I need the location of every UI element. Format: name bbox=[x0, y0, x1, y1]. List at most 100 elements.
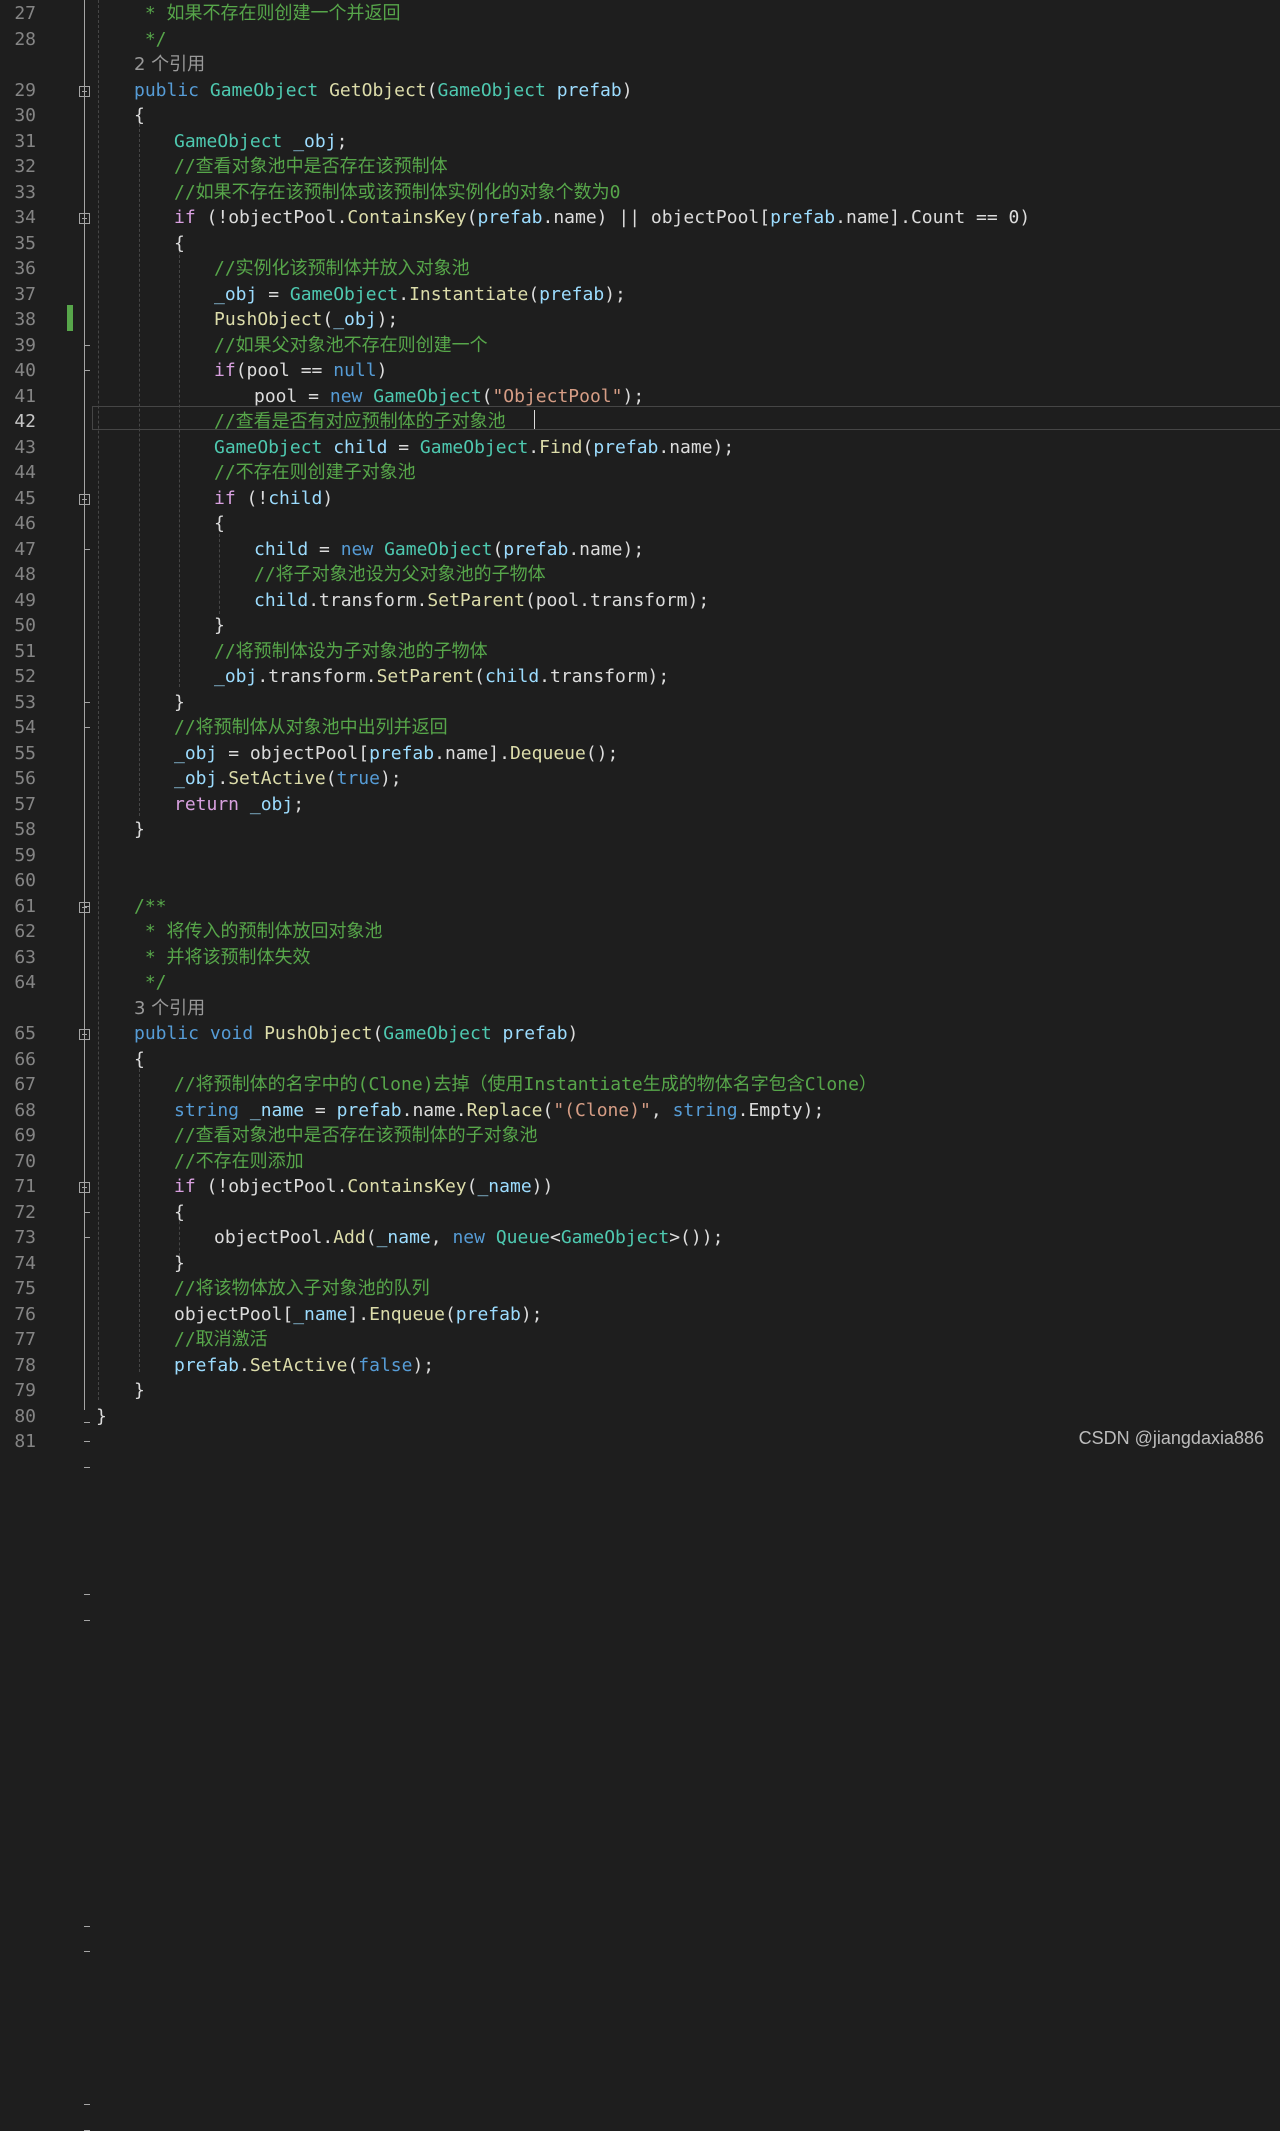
line-number: 33 bbox=[14, 181, 36, 203]
collapse-icon[interactable] bbox=[79, 1182, 90, 1193]
collapse-icon[interactable] bbox=[79, 493, 90, 505]
code-line[interactable]: 56 _obj.SetActive(true); bbox=[0, 766, 1280, 792]
code-text: { bbox=[174, 231, 185, 257]
code-token: //将预制体设为子对象池的子物体 bbox=[214, 640, 488, 662]
line-number: 45 bbox=[14, 487, 36, 509]
code-token: //将预制体的名字中的(Clone)去掉（使用Instantiate生成的物体名… bbox=[174, 1074, 877, 1095]
code-line[interactable]: 81 bbox=[0, 1429, 1280, 1455]
code-line[interactable]: 37 _obj = GameObject.Instantiate(prefab); bbox=[0, 282, 1280, 308]
code-line[interactable]: 52 _obj.transform.SetParent(child.transfo… bbox=[0, 664, 1280, 690]
code-token: .Empty); bbox=[737, 1099, 825, 1121]
collapse-icon[interactable] bbox=[79, 1029, 90, 1040]
line-number: 72 bbox=[14, 1201, 36, 1223]
code-line[interactable]: 39 //如果父对象池不存在则创建一个 bbox=[0, 333, 1280, 359]
code-line[interactable]: 60 bbox=[0, 868, 1280, 894]
code-line[interactable]: 76 objectPool[_name].Enqueue(prefab); bbox=[0, 1302, 1280, 1328]
code-line[interactable]: 50} bbox=[0, 613, 1280, 639]
code-token: objectPool. bbox=[214, 1227, 334, 1248]
code-line[interactable]: 41 pool = new GameObject("ObjectPool"); bbox=[0, 384, 1280, 410]
code-line[interactable]: 75 //将该物体放入子对象池的队列 bbox=[0, 1276, 1280, 1302]
reference-count-link[interactable]: 3 个引用 bbox=[134, 996, 205, 1022]
code-line[interactable]: 70 //不存在则添加 bbox=[0, 1149, 1280, 1175]
code-token: GameObject bbox=[560, 1227, 670, 1248]
code-line[interactable]: 61 /** bbox=[0, 894, 1280, 920]
code-token: .name. bbox=[401, 1099, 467, 1121]
code-line[interactable]: 66 { bbox=[0, 1047, 1280, 1073]
code-token: _obj bbox=[249, 793, 294, 815]
code-editor[interactable]: CSDN @jiangdaxia886 27 * 如果不存在则创建一个并返回 28… bbox=[0, 0, 1280, 2131]
code-token: } bbox=[214, 615, 225, 636]
code-token: { bbox=[134, 1048, 145, 1070]
code-token: , bbox=[430, 1227, 453, 1248]
code-text: * 如果不存在则创建一个并返回 bbox=[134, 1, 401, 27]
code-token: ); bbox=[412, 1354, 435, 1376]
code-line[interactable]: 71 if (!objectPool.ContainsKey(_name)) bbox=[0, 1174, 1280, 1200]
code-line[interactable]: 58} bbox=[0, 817, 1280, 843]
collapse-icon[interactable] bbox=[79, 901, 90, 913]
code-line[interactable]: 30 { bbox=[0, 103, 1280, 129]
code-token: child bbox=[254, 589, 309, 611]
code-line[interactable]: 44 //不存在则创建子对象池 bbox=[0, 460, 1280, 486]
code-text: return _obj; bbox=[174, 792, 304, 818]
line-number: 50 bbox=[14, 615, 36, 636]
line-number: 73 bbox=[14, 1227, 36, 1248]
code-line[interactable]: 47 child = new GameObject(prefab.name); bbox=[0, 537, 1280, 563]
code-line[interactable]: 77 //取消激活 bbox=[0, 1327, 1280, 1353]
collapse-icon[interactable] bbox=[79, 85, 90, 97]
outline-tick bbox=[84, 370, 90, 371]
code-line[interactable]: 35 { bbox=[0, 231, 1280, 257]
codelens-row[interactable]: 3 个引用 bbox=[0, 996, 1280, 1022]
code-line[interactable]: 64 */ bbox=[0, 970, 1280, 996]
code-line[interactable]: 42 //查看是否有对应预制体的子对象池 bbox=[0, 409, 1280, 435]
code-line[interactable]: 51 //将预制体设为子对象池的子物体 bbox=[0, 639, 1280, 665]
outline-tick bbox=[84, 1441, 90, 1442]
code-line[interactable]: 68 string _name = prefab.name.Replace("(C… bbox=[0, 1098, 1280, 1124]
collapse-icon[interactable] bbox=[79, 213, 90, 224]
code-line[interactable]: 40 if(pool == null) bbox=[0, 358, 1280, 384]
code-token: ( bbox=[426, 79, 438, 101]
code-line[interactable]: 34 if (!objectPool.ContainsKey(prefab.nam… bbox=[0, 205, 1280, 231]
code-token: (! bbox=[235, 487, 269, 509]
code-line[interactable]: 57 return _obj; bbox=[0, 792, 1280, 818]
code-line[interactable]: 28 */ bbox=[0, 27, 1280, 53]
code-line[interactable]: 74} bbox=[0, 1251, 1280, 1277]
code-token: * 如果不存在则创建一个并返回 bbox=[134, 3, 401, 24]
reference-count-link[interactable]: 2 个引用 bbox=[134, 52, 205, 78]
code-line[interactable]: 49 child.transform.SetParent(pool.transfo… bbox=[0, 588, 1280, 614]
code-line[interactable]: 67 //将预制体的名字中的(Clone)去掉（使用Instantiate生成的物… bbox=[0, 1072, 1280, 1098]
code-line[interactable]: 32 //查看对象池中是否存在该预制体 bbox=[0, 154, 1280, 180]
code-line[interactable]: 59 bbox=[0, 843, 1280, 869]
code-line[interactable]: 80} bbox=[0, 1404, 1280, 1430]
codelens-row[interactable]: 2 个引用 bbox=[0, 52, 1280, 78]
code-line[interactable]: 31 GameObject _obj; bbox=[0, 129, 1280, 155]
code-line[interactable]: 55 _obj = objectPool[prefab.name].Dequeue… bbox=[0, 741, 1280, 767]
code-line[interactable]: 69 //查看对象池中是否存在该预制体的子对象池 bbox=[0, 1123, 1280, 1149]
code-line[interactable]: 79} bbox=[0, 1378, 1280, 1404]
code-text: child = new GameObject(prefab.name); bbox=[254, 537, 644, 563]
code-line[interactable]: 36 //实例化该预制体并放入对象池 bbox=[0, 256, 1280, 282]
code-token: SetActive bbox=[249, 1354, 348, 1376]
code-token: < bbox=[550, 1227, 561, 1248]
code-line[interactable]: 46 { bbox=[0, 511, 1280, 537]
code-line[interactable]: 48 //将子对象池设为父对象池的子物体 bbox=[0, 562, 1280, 588]
code-line[interactable]: 65 public void PushObject(GameObject pref… bbox=[0, 1021, 1280, 1047]
code-token: ); bbox=[376, 309, 399, 330]
code-line[interactable]: 62 * 将传入的预制体放回对象池 bbox=[0, 919, 1280, 945]
line-number: 40 bbox=[14, 360, 36, 381]
code-line[interactable]: 38 PushObject(_obj); bbox=[0, 307, 1280, 333]
code-line[interactable]: 45 if (!child) bbox=[0, 486, 1280, 512]
code-line[interactable]: 72 { bbox=[0, 1200, 1280, 1226]
code-line[interactable]: 63 * 并将该预制体失效 bbox=[0, 945, 1280, 971]
code-line[interactable]: 73 objectPool.Add(_name, new Queue<GameOb… bbox=[0, 1225, 1280, 1251]
code-token: GameObject bbox=[384, 538, 493, 560]
code-token: GameObject bbox=[383, 1023, 492, 1044]
code-line[interactable]: 27 * 如果不存在则创建一个并返回 bbox=[0, 1, 1280, 27]
code-token: ); bbox=[622, 385, 645, 407]
code-line[interactable]: 43 GameObject child = GameObject.Find(pre… bbox=[0, 435, 1280, 461]
code-line[interactable]: 53} bbox=[0, 690, 1280, 716]
code-line[interactable]: 78 prefab.SetActive(false); bbox=[0, 1353, 1280, 1379]
code-line[interactable]: 54 //将预制体从对象池中出列并返回 bbox=[0, 715, 1280, 741]
code-line[interactable]: 33 //如果不存在该预制体或该预制体实例化的对象个数为0 bbox=[0, 180, 1280, 206]
code-line[interactable]: 29 public GameObject GetObject(GameObject… bbox=[0, 78, 1280, 104]
